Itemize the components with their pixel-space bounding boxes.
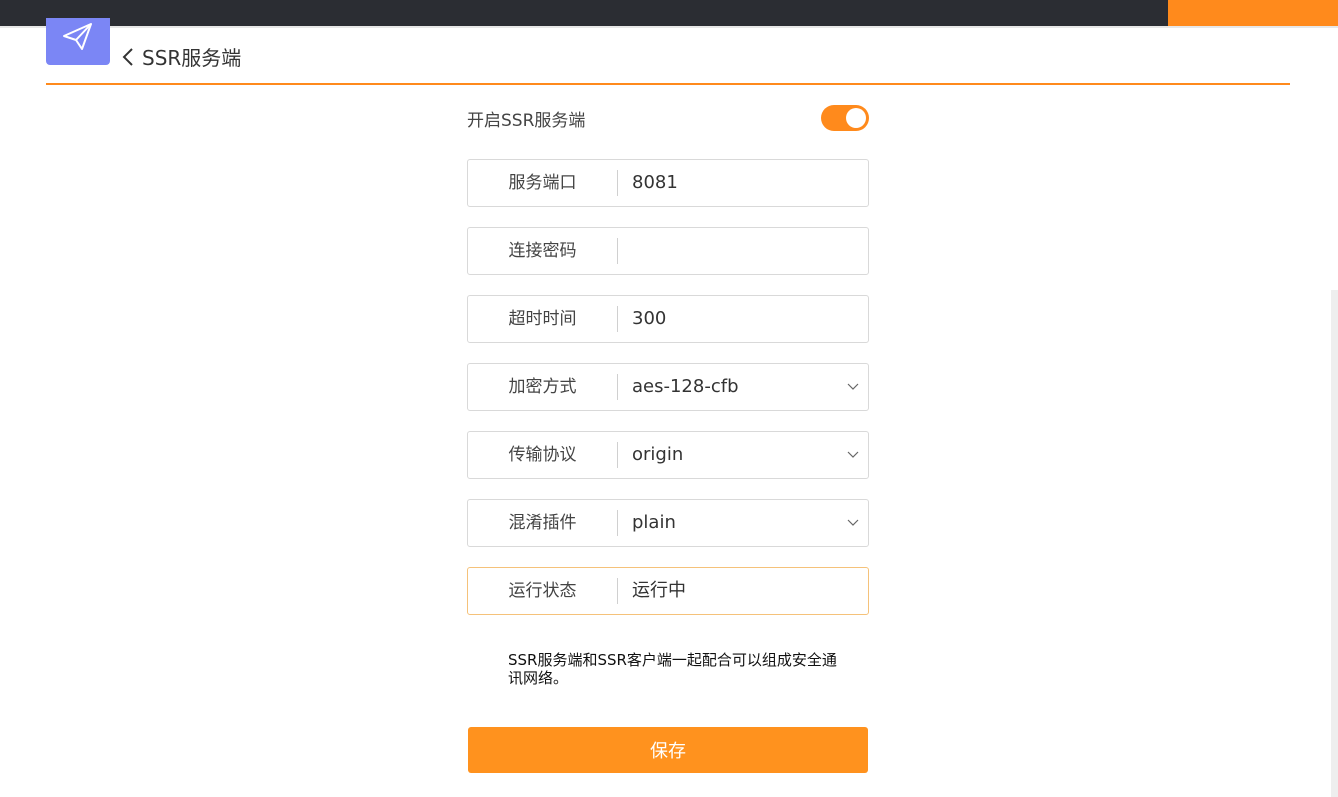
service-port-field: 服务端口 [467, 159, 869, 207]
password-field: 连接密码 [467, 227, 869, 275]
protocol-select[interactable]: 传输协议 origin [467, 431, 869, 479]
field-label: 连接密码 [468, 238, 618, 264]
app-icon [46, 18, 110, 65]
chevron-down-icon [838, 451, 868, 459]
field-label: 混淆插件 [468, 510, 618, 536]
enable-ssr-toggle[interactable] [821, 105, 869, 131]
field-label: 超时时间 [468, 306, 618, 332]
field-label: 服务端口 [468, 170, 618, 196]
top-bar [0, 0, 1168, 26]
info-note: SSR服务端和SSR客户端一起配合可以组成安全通讯网络。 [508, 651, 837, 687]
protocol-value: origin [632, 444, 684, 465]
chevron-left-icon [122, 47, 133, 66]
enable-ssr-label: 开启SSR服务端 [467, 110, 586, 131]
field-label: 传输协议 [468, 442, 618, 468]
obfs-select[interactable]: 混淆插件 plain [467, 499, 869, 547]
chevron-down-icon [838, 383, 868, 391]
timeout-field: 超时时间 [467, 295, 869, 343]
header-divider [46, 83, 1290, 85]
timeout-input[interactable] [618, 305, 868, 333]
back-button[interactable]: SSR服务端 [122, 42, 241, 71]
field-label: 运行状态 [468, 578, 618, 604]
encryption-value: aes-128-cfb [632, 376, 739, 397]
enable-ssr-row: 开启SSR服务端 [467, 104, 869, 132]
toggle-knob [846, 108, 866, 128]
password-input[interactable] [618, 237, 868, 265]
status-field: 运行状态 运行中 [467, 567, 869, 615]
service-port-input[interactable] [618, 169, 868, 197]
status-value: 运行中 [632, 580, 686, 601]
chevron-down-icon [838, 519, 868, 527]
obfs-value: plain [632, 512, 676, 533]
page-title: SSR服务端 [142, 46, 242, 70]
field-label: 加密方式 [468, 374, 618, 400]
top-bar-accent [1168, 0, 1338, 26]
paper-plane-icon [63, 23, 92, 50]
save-button[interactable]: 保存 [468, 727, 868, 773]
encryption-select[interactable]: 加密方式 aes-128-cfb [467, 363, 869, 411]
top-bar-divider [0, 26, 1338, 28]
scrollbar[interactable] [1331, 290, 1338, 797]
